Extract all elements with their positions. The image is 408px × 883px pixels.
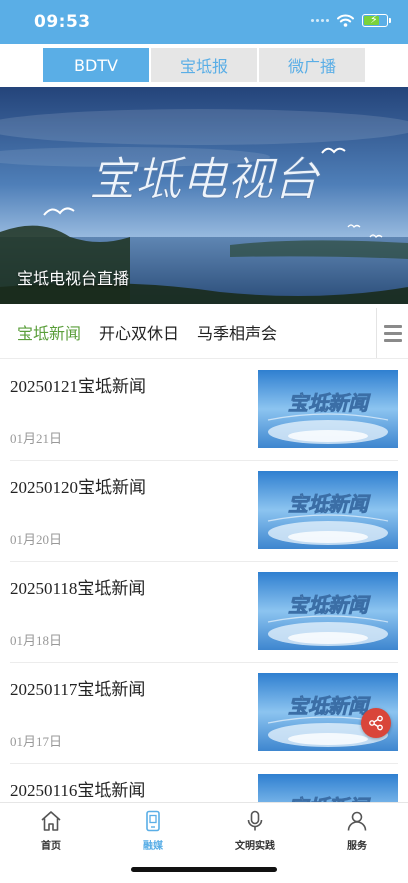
category-tab-ma-ji-crosstalk[interactable]: 马季相声会	[197, 320, 277, 344]
source-tabs: BDTV 宝坻报 微广播	[43, 48, 365, 82]
nav-home[interactable]: 首页	[0, 809, 102, 853]
category-bar: 宝坻新闻 开心双休日 马季相声会	[0, 304, 408, 359]
news-thumbnail: 宝坻新闻	[258, 774, 398, 802]
news-title: 20250121宝坻新闻	[10, 377, 146, 396]
tab-micro-broadcast[interactable]: 微广播	[259, 48, 365, 82]
category-tab-baodi-news[interactable]: 宝坻新闻	[17, 320, 81, 344]
thumbnail-logo-text: 宝坻新闻	[288, 795, 371, 802]
tab-baodi-paper[interactable]: 宝坻报	[151, 48, 259, 82]
share-button[interactable]	[361, 708, 391, 738]
battery-icon: ⚡	[362, 13, 391, 27]
news-date: 01月17日	[10, 734, 63, 749]
news-date: 01月21日	[10, 431, 63, 446]
news-list: 20250121宝坻新闻 01月21日 宝坻新闻 20250120宝坻新闻 01…	[0, 360, 408, 802]
status-indicators: ⚡	[311, 13, 391, 27]
news-title: 20250118宝坻新闻	[10, 579, 146, 598]
banner-title-art: 宝坻电视台	[89, 152, 321, 206]
news-thumbnail-art: 宝坻新闻	[258, 774, 398, 802]
nav-services-label: 服务	[347, 841, 367, 852]
news-thumbnail-art: 宝坻新闻	[258, 370, 398, 448]
source-tabs-bar: BDTV 宝坻报 微广播	[0, 44, 408, 87]
app-screen: 09:53 ⚡ BDTV 宝坻报 微广播 宝坻电视台 宝坻电视台直播 宝坻新闻 …	[0, 0, 408, 883]
nav-services[interactable]: 服务	[306, 809, 408, 853]
microphone-icon	[247, 810, 263, 831]
news-thumbnail: 宝坻新闻	[258, 471, 398, 549]
category-tab-happy-weekend[interactable]: 开心双休日	[99, 320, 179, 344]
news-title: 20250120宝坻新闻	[10, 478, 146, 497]
status-bar: 09:53 ⚡	[0, 0, 408, 44]
news-thumbnail-art: 宝坻新闻	[258, 471, 398, 549]
nav-media[interactable]: 融媒	[102, 809, 204, 853]
news-thumbnail-art: 宝坻新闻	[258, 572, 398, 650]
media-device-icon	[146, 810, 160, 832]
nav-media-label: 融媒	[143, 841, 163, 852]
home-indicator	[131, 867, 277, 872]
wifi-icon	[337, 14, 354, 27]
news-item[interactable]: 20250118宝坻新闻 01月18日 宝坻新闻	[10, 562, 398, 663]
news-item[interactable]: 20250120宝坻新闻 01月20日 宝坻新闻	[10, 461, 398, 562]
nav-civilization-practice[interactable]: 文明实践	[204, 809, 306, 853]
share-icon	[369, 715, 383, 731]
banner-caption: 宝坻电视台直播	[17, 269, 130, 288]
news-title: 20250117宝坻新闻	[10, 680, 146, 699]
status-time: 09:53	[34, 12, 91, 32]
news-date: 01月20日	[10, 532, 63, 547]
home-icon	[41, 811, 61, 831]
news-item[interactable]: 20250121宝坻新闻 01月21日 宝坻新闻	[10, 360, 398, 461]
thumbnail-logo-text: 宝坻新闻	[288, 593, 371, 617]
cellular-signal-icon	[311, 19, 329, 22]
news-title: 20250116宝坻新闻	[10, 781, 146, 800]
tab-bdtv[interactable]: BDTV	[43, 48, 151, 82]
news-thumbnail: 宝坻新闻	[258, 370, 398, 448]
thumbnail-logo-text: 宝坻新闻	[288, 694, 371, 718]
thumbnail-logo-text: 宝坻新闻	[288, 391, 371, 415]
live-banner[interactable]: 宝坻电视台 宝坻电视台直播	[0, 87, 408, 304]
nav-home-label: 首页	[41, 841, 61, 852]
nav-civilization-practice-label: 文明实践	[235, 841, 275, 852]
category-tabs: 宝坻新闻 开心双休日 马季相声会	[17, 304, 277, 359]
category-menu-icon[interactable]	[376, 308, 408, 358]
news-item[interactable]: 20250116宝坻新闻 宝坻新闻	[10, 764, 398, 802]
person-icon	[347, 811, 367, 831]
news-date: 01月18日	[10, 633, 63, 648]
news-thumbnail: 宝坻新闻	[258, 572, 398, 650]
thumbnail-logo-text: 宝坻新闻	[288, 492, 371, 516]
news-item[interactable]: 20250117宝坻新闻 01月17日 宝坻新闻	[10, 663, 398, 764]
